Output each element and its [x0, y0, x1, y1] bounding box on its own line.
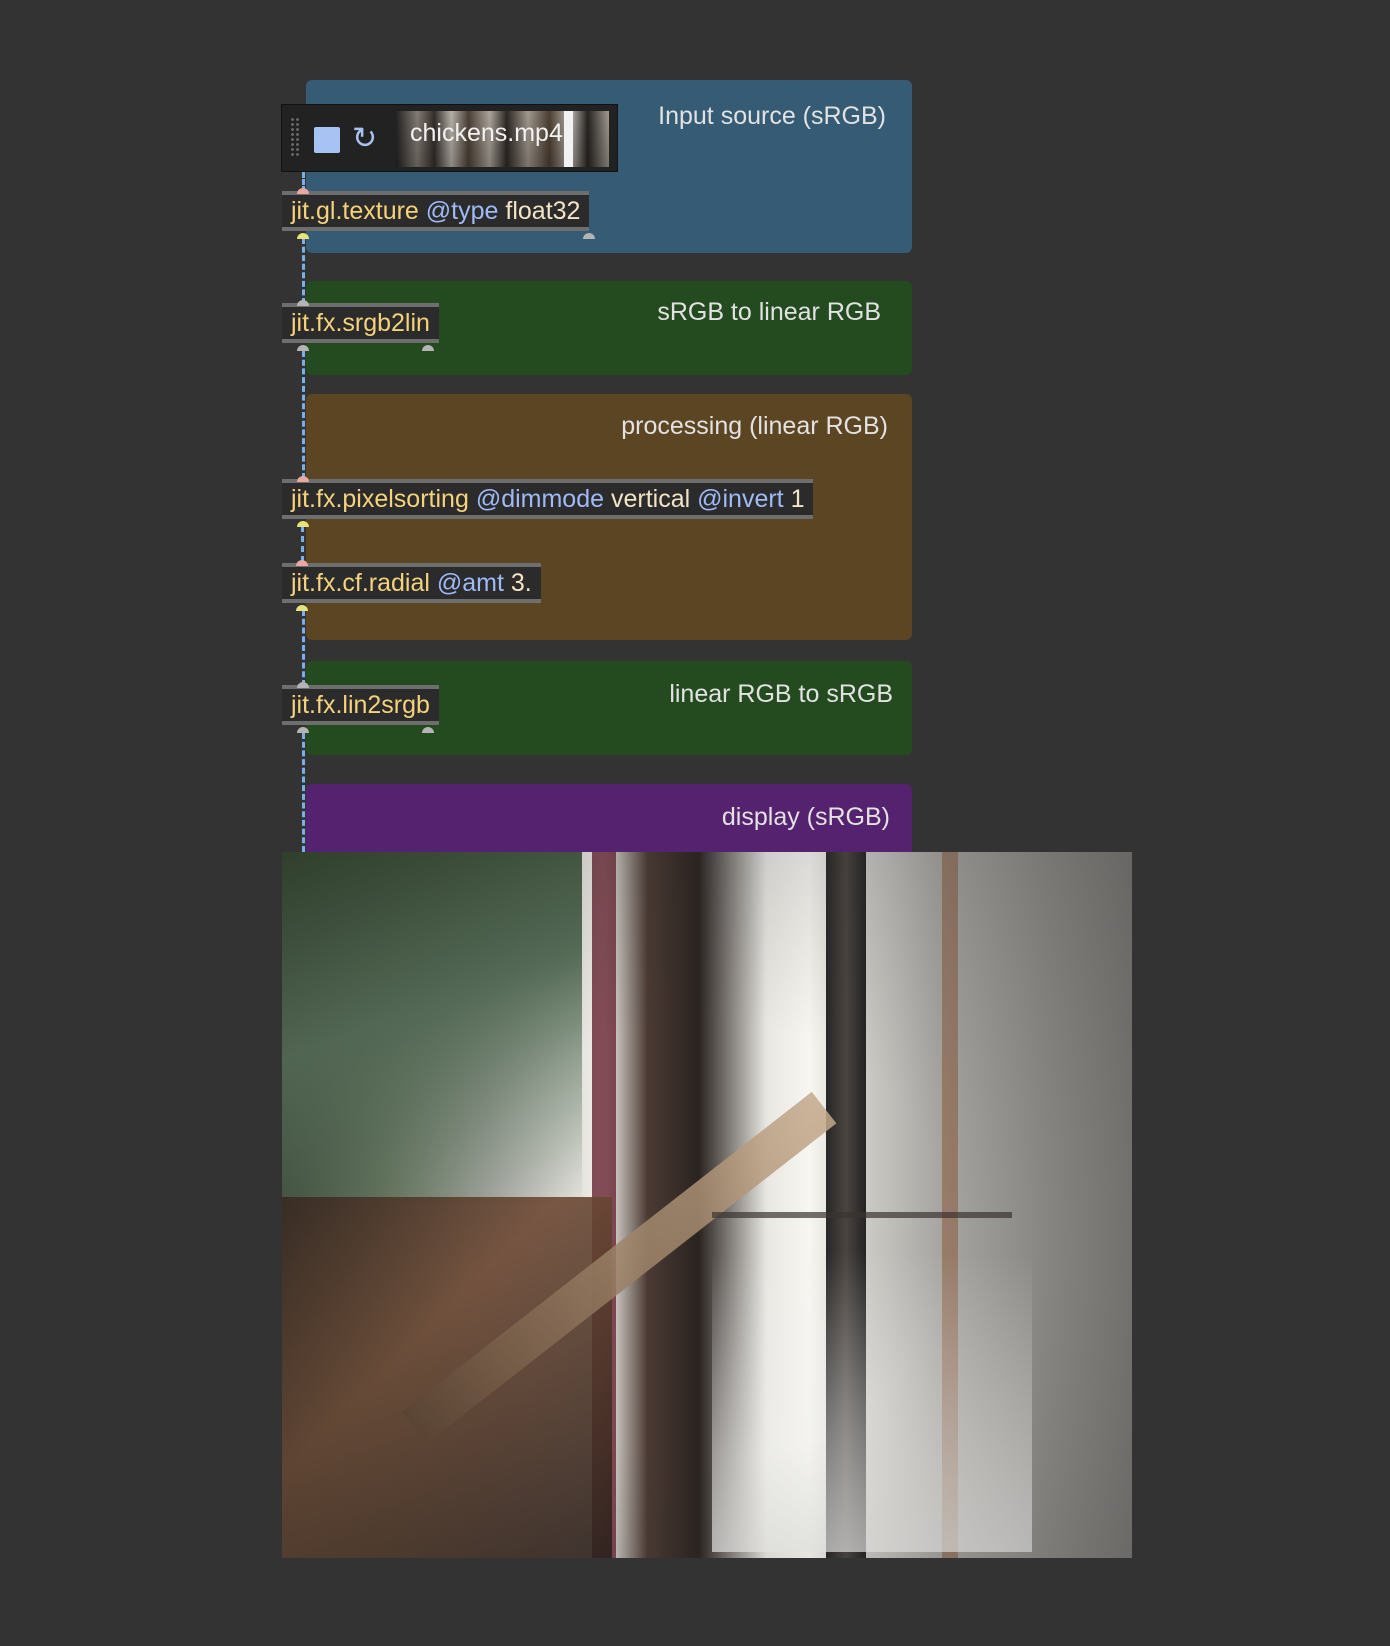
inlet[interactable]: [297, 188, 309, 194]
scrub-handle[interactable]: [564, 111, 573, 167]
object-name: jit.fx.srgb2lin: [291, 309, 430, 337]
srgb-to-linear-label: sRGB to linear RGB: [657, 298, 881, 326]
input-source-label: Input source (sRGB): [658, 102, 886, 130]
jit-fx-cf-radial-object[interactable]: jit.fx.cf.radial @amt 3.: [282, 563, 541, 603]
object-value: float32: [505, 197, 581, 225]
patchcord-texture-srgb2lin: [302, 238, 305, 304]
object-value: 3.: [510, 569, 532, 597]
linear-to-srgb-label: linear RGB to sRGB: [669, 680, 893, 708]
inlet[interactable]: [297, 476, 309, 482]
drag-grip-icon[interactable]: [290, 117, 300, 157]
jit-gl-texture-object[interactable]: jit.gl.texture @type float32: [282, 191, 590, 231]
video-thumbnail: chickens.mp4: [396, 111, 609, 167]
object-attribute: @dimmode: [475, 485, 605, 513]
object-attribute: @invert: [697, 485, 784, 513]
loop-icon[interactable]: ↻: [352, 122, 377, 156]
object-attribute: @type: [425, 197, 499, 225]
outlet[interactable]: [297, 345, 309, 351]
processing-label: processing (linear RGB): [621, 412, 888, 440]
outlet[interactable]: [297, 521, 309, 527]
patchcord-srgb2lin-pixelsorting: [302, 351, 305, 479]
movie-player[interactable]: ↻ chickens.mp4: [281, 104, 618, 172]
object-value: 1: [790, 485, 805, 513]
patchcord-pixelsorting-radial: [301, 526, 304, 562]
outlet[interactable]: [297, 233, 309, 239]
object-name: jit.fx.pixelsorting: [291, 485, 469, 513]
filename-label: chickens.mp4: [410, 119, 563, 147]
object-name: jit.fx.cf.radial: [291, 569, 430, 597]
jit-fx-lin2srgb-object[interactable]: jit.fx.lin2srgb: [282, 685, 439, 725]
object-name: jit.fx.lin2srgb: [291, 691, 430, 719]
object-attribute: @amt: [436, 569, 504, 597]
inlet[interactable]: [297, 300, 309, 306]
stop-icon[interactable]: [314, 127, 340, 153]
outlet[interactable]: [422, 345, 434, 351]
jit-fx-pixelsorting-object[interactable]: jit.fx.pixelsorting @dimmode vertical @i…: [282, 479, 814, 519]
inlet[interactable]: [296, 560, 308, 566]
outlet[interactable]: [583, 233, 595, 239]
display-label: display (sRGB): [721, 803, 890, 831]
patchcord-radial-lin2srgb: [302, 610, 305, 686]
outlet[interactable]: [422, 727, 434, 733]
patchcord-lin2srgb-display: [302, 733, 305, 852]
jit-fx-srgb2lin-object[interactable]: jit.fx.srgb2lin: [282, 303, 439, 343]
object-name: jit.gl.texture: [291, 197, 419, 225]
outlet[interactable]: [296, 605, 308, 611]
inlet[interactable]: [297, 682, 309, 688]
video-display[interactable]: [282, 852, 1132, 1558]
object-value: vertical: [610, 485, 691, 513]
outlet[interactable]: [297, 727, 309, 733]
